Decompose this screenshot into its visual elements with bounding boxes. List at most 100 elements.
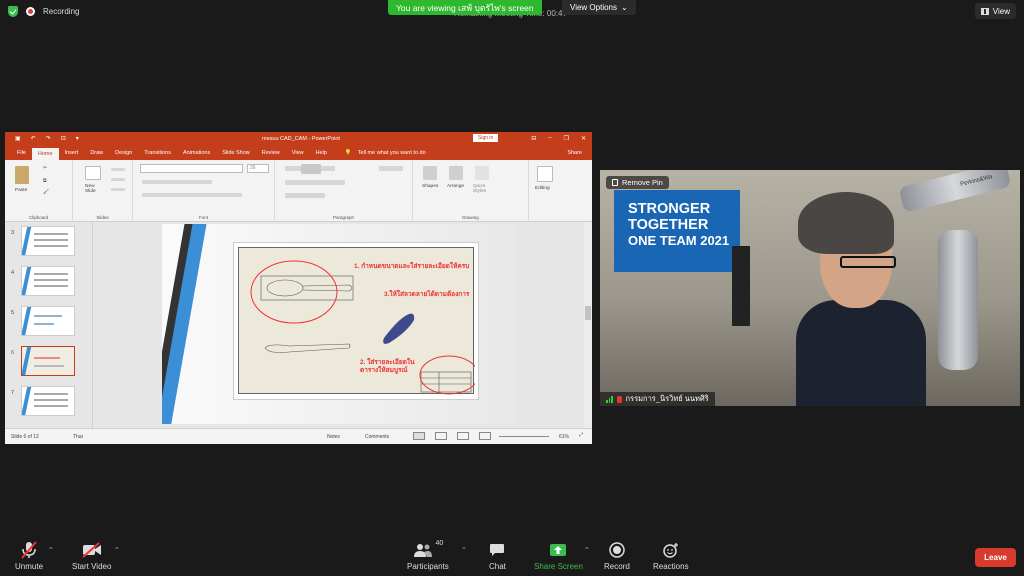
leave-button[interactable]: Leave: [975, 548, 1016, 567]
current-slide[interactable]: 1. กำหนดขนาดและใส่รายละเอียดให้ครบ 3.ให้…: [162, 224, 517, 424]
tab-help[interactable]: Help: [310, 150, 333, 160]
shared-powerpoint-window[interactable]: ▣ ↶ ↷ ⊡ ▾ mesuu CAD_CAM - PowerPoint Sig…: [5, 132, 592, 444]
slide-thumbnail[interactable]: 5: [5, 306, 93, 338]
chat-button[interactable]: Chat: [489, 540, 506, 571]
video-options-chevron-icon[interactable]: ⌃: [114, 546, 120, 554]
tab-home[interactable]: Home: [31, 148, 59, 160]
pinned-video-tile[interactable]: STRONGER TOGETHER ONE TEAM 2021 Perkins&…: [600, 170, 1020, 406]
remove-pin-button[interactable]: Remove Pin: [606, 176, 669, 189]
redo-icon[interactable]: ↷: [46, 135, 51, 142]
tab-design[interactable]: Design: [109, 150, 138, 160]
spoon-drawing-image[interactable]: 1. กำหนดขนาดและใส่รายละเอียดให้ครบ 3.ให้…: [233, 242, 479, 400]
fit-slide-icon[interactable]: ⤢: [579, 432, 583, 438]
unmute-button[interactable]: Unmute: [15, 540, 43, 571]
cut-icon[interactable]: ✂: [43, 166, 47, 171]
tab-view[interactable]: View: [286, 150, 310, 160]
close-icon[interactable]: ✕: [581, 135, 586, 142]
audio-options-chevron-icon[interactable]: ⌃: [48, 546, 54, 554]
video-off-icon: [82, 540, 102, 560]
font-family-box[interactable]: [140, 164, 243, 173]
record-button[interactable]: Record: [604, 540, 630, 571]
slide-thumbnail[interactable]: 7: [5, 386, 93, 418]
normal-view-icon[interactable]: [413, 432, 425, 440]
font-format-buttons[interactable]: [142, 180, 212, 184]
save-icon[interactable]: ▣: [15, 135, 21, 142]
start-video-button[interactable]: Start Video: [72, 540, 111, 571]
chat-label: Chat: [489, 562, 506, 571]
shapes-icon[interactable]: [423, 166, 437, 180]
paragraph-label: Paragraph: [332, 215, 354, 220]
signal-strength-icon: [606, 395, 613, 403]
zoom-slider[interactable]: [499, 436, 549, 437]
participants-options-chevron-icon[interactable]: ⌃: [461, 546, 467, 554]
team-banner: STRONGER TOGETHER ONE TEAM 2021: [614, 190, 740, 272]
new-slide-icon[interactable]: [85, 166, 101, 180]
slide-thumbnail[interactable]: 3: [5, 226, 93, 258]
tab-file[interactable]: File: [11, 150, 32, 160]
paste-icon[interactable]: [15, 166, 29, 184]
customize-qat-icon[interactable]: ▾: [76, 135, 79, 142]
shapes-label[interactable]: Shapes: [422, 184, 438, 189]
tab-review[interactable]: Review: [256, 150, 286, 160]
ribbon-display-icon[interactable]: ⊟: [531, 135, 536, 142]
present-icon[interactable]: ⊡: [61, 135, 66, 142]
new-slide-label[interactable]: New Slide: [85, 184, 105, 194]
restore-icon[interactable]: ❐: [564, 135, 569, 142]
remove-pin-label: Remove Pin: [622, 178, 663, 187]
view-options-button[interactable]: View Options ⌄: [562, 0, 636, 15]
layout-icon[interactable]: [111, 168, 125, 171]
font-color-buttons[interactable]: [142, 193, 242, 197]
arrange-icon[interactable]: [449, 166, 463, 180]
scroll-thumb[interactable]: [585, 306, 591, 320]
ppt-title-bar: ▣ ↶ ↷ ⊡ ▾ mesuu CAD_CAM - PowerPoint Sig…: [5, 132, 592, 146]
tab-slide-show[interactable]: Slide Show: [216, 150, 256, 160]
participant-name: กรรมการ_นิรวิทย์ นนทศิริ: [625, 394, 709, 403]
meeting-toolbar: Unmute ⌃ Start Video ⌃ 40 Participants ⌃…: [0, 540, 1024, 576]
text-direction-button[interactable]: [379, 166, 403, 171]
undo-icon[interactable]: ↶: [31, 135, 36, 142]
slide-thumbnail-selected[interactable]: 6: [5, 346, 93, 378]
format-painter-icon[interactable]: 🖌: [43, 190, 49, 195]
comments-button[interactable]: Comments: [365, 434, 389, 440]
align-buttons[interactable]: [285, 180, 345, 185]
security-shield-icon[interactable]: [8, 6, 18, 17]
paste-label[interactable]: Paste: [15, 188, 27, 193]
recording-indicator[interactable]: Recording: [8, 6, 79, 17]
share-button[interactable]: Share: [567, 150, 582, 156]
slide-sorter-icon[interactable]: [435, 432, 447, 440]
search-icon[interactable]: [537, 166, 553, 182]
editing-label[interactable]: Editing: [535, 186, 550, 191]
arrange-label[interactable]: Arrange: [447, 184, 464, 189]
participants-button[interactable]: 40 Participants: [407, 540, 449, 571]
reactions-button[interactable]: Reactions: [653, 540, 689, 571]
copy-icon[interactable]: ⧉: [43, 178, 46, 184]
notes-button[interactable]: Notes: [327, 434, 340, 440]
person-body: [796, 300, 926, 406]
tab-draw[interactable]: Draw: [84, 150, 109, 160]
columns-buttons[interactable]: [285, 193, 325, 198]
quick-styles-label[interactable]: Quick Styles: [473, 184, 491, 194]
line-spacing-button[interactable]: [301, 164, 321, 174]
slideshow-view-icon[interactable]: [479, 432, 491, 440]
slide-scrollbar[interactable]: [584, 222, 592, 428]
share-options-chevron-icon[interactable]: ⌃: [584, 546, 590, 554]
quick-styles-icon[interactable]: [475, 166, 489, 180]
sign-in-button[interactable]: Sign in: [473, 134, 499, 142]
reset-icon[interactable]: [111, 178, 125, 181]
smiley-plus-icon: [662, 540, 680, 560]
view-button[interactable]: View: [974, 3, 1016, 19]
share-screen-button[interactable]: Share Screen: [534, 540, 583, 571]
tab-insert[interactable]: Insert: [59, 150, 85, 160]
tab-animations[interactable]: Animations: [177, 150, 216, 160]
minimize-icon[interactable]: –: [548, 135, 551, 142]
slide-number: 4: [11, 270, 15, 276]
slide-thumbnail[interactable]: 4: [5, 266, 93, 298]
slide-thumbnails-pane[interactable]: 3 4 5 6 7: [5, 222, 93, 428]
font-size-box[interactable]: 26: [247, 164, 269, 173]
tab-transitions[interactable]: Transitions: [138, 150, 177, 160]
slide-editing-area[interactable]: 1. กำหนดขนาดและใส่รายละเอียดให้ครบ 3.ให้…: [93, 222, 592, 428]
reading-view-icon[interactable]: [457, 432, 469, 440]
section-icon[interactable]: [111, 188, 125, 191]
zoom-level[interactable]: 61%: [559, 434, 569, 440]
tell-me-search[interactable]: Tell me what you want to do: [358, 150, 432, 160]
